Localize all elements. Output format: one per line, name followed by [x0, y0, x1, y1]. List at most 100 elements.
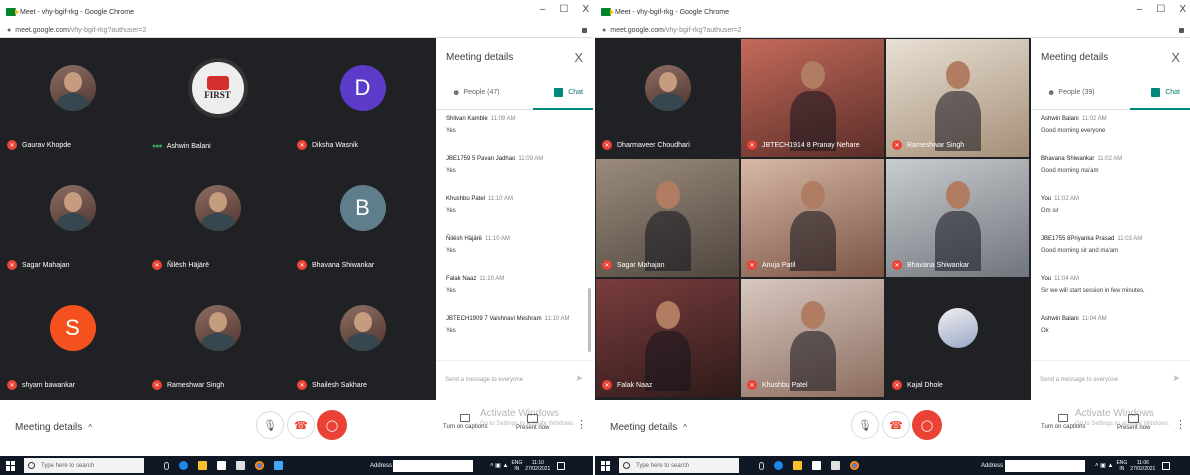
- chrome-icon[interactable]: [850, 461, 859, 470]
- maximize-button[interactable]: ☐: [559, 4, 568, 15]
- participant-name: Shailesh Sakhare: [312, 381, 367, 389]
- minimize-button[interactable]: –: [1137, 4, 1143, 15]
- message-text: Good morning ma'am: [1041, 168, 1099, 174]
- participant-tile[interactable]: ✕ Sagar Mahajan: [0, 158, 145, 278]
- participant-name: Sagar Mahajan: [22, 261, 70, 269]
- captions-button[interactable]: Turn on captions: [443, 414, 487, 430]
- meeting-details-button[interactable]: Meeting details ^: [15, 422, 92, 433]
- taskbar-search[interactable]: Type here to search: [619, 458, 739, 473]
- camera-off-button[interactable]: ◯: [317, 410, 347, 440]
- microphone-button[interactable]: 🎙: [851, 411, 879, 439]
- tab-people[interactable]: ☻ People (39): [1047, 88, 1095, 97]
- mic-off-icon: ✕: [7, 260, 17, 270]
- tab-people[interactable]: ☻ People (47): [452, 88, 500, 97]
- microphone-button[interactable]: 🎙: [256, 411, 284, 439]
- send-icon[interactable]: ➤: [575, 373, 583, 384]
- present-now-button[interactable]: Present now: [516, 414, 549, 431]
- close-panel-button[interactable]: X: [574, 50, 583, 65]
- chrome-icon[interactable]: [255, 461, 264, 470]
- clock[interactable]: 11:06 27/02/2021: [1130, 460, 1155, 472]
- file-explorer-icon[interactable]: [793, 461, 802, 470]
- extension-icon[interactable]: [1179, 28, 1184, 33]
- present-icon: [1128, 414, 1140, 423]
- participant-tile[interactable]: ✕ Bhavana Shiwankar: [885, 158, 1030, 278]
- taskbar-search[interactable]: Type here to search: [24, 458, 144, 473]
- tray-icons[interactable]: ˄ ▣ ▲: [490, 462, 508, 469]
- extension-icon[interactable]: [582, 28, 587, 33]
- notification-icon[interactable]: [1162, 461, 1171, 470]
- more-options-icon[interactable]: ⋮: [576, 418, 587, 431]
- camera-off-button[interactable]: ◯: [912, 410, 942, 440]
- chat-scrollbar[interactable]: [588, 288, 591, 352]
- url-text[interactable]: meet.google.com/vhy-bgif-rkg?authuser=2: [610, 27, 741, 34]
- participant-tile[interactable]: ✕ Ñilësh Häjärë: [145, 158, 290, 278]
- close-panel-button[interactable]: X: [1171, 50, 1180, 65]
- address-bar[interactable]: ● meet.google.com/vhy-bgif-rkg?authuser=…: [0, 24, 593, 38]
- microphone-icon[interactable]: [759, 461, 764, 470]
- minimize-button[interactable]: –: [540, 4, 546, 15]
- store-icon[interactable]: [217, 461, 226, 470]
- participant-grid: ✕ Dharmaveer Choudhari ✕ JBTECH1914 8 Pran…: [595, 38, 1031, 400]
- meeting-controls-bar: Meeting details ^ 🎙 ☎ ◯ Activate Windows …: [595, 400, 1190, 456]
- edge-icon[interactable]: [179, 461, 188, 470]
- chevron-up-icon: ^: [88, 423, 93, 432]
- tab-chat[interactable]: Chat: [554, 88, 583, 97]
- close-window-button[interactable]: X: [1179, 4, 1186, 15]
- message-input[interactable]: Send a message to everyone: [445, 377, 523, 383]
- message-time: 11:02 AM: [1054, 196, 1080, 202]
- maximize-button[interactable]: ☐: [1156, 4, 1165, 15]
- end-call-button[interactable]: ☎: [287, 411, 315, 439]
- participant-tile[interactable]: ✕ Rameshwar Singh: [145, 278, 290, 398]
- participant-tile[interactable]: ✕ Sagar Mahajan: [595, 158, 740, 278]
- address-bar[interactable]: ● meet.google.com/vhy-bgif-rkg?authuser=…: [595, 24, 1190, 38]
- edge-icon[interactable]: [774, 461, 783, 470]
- language-indicator[interactable]: ENG IN: [1116, 460, 1127, 472]
- participant-tile[interactable]: B ✕ Bhavana Shiwankar: [290, 158, 435, 278]
- windows-start-icon[interactable]: [601, 460, 611, 471]
- participant-tile[interactable]: ✕ Dharmaveer Choudhari: [595, 38, 740, 158]
- windows-start-icon[interactable]: [6, 460, 16, 471]
- close-window-button[interactable]: X: [582, 4, 589, 15]
- meeting-details-button[interactable]: Meeting details ^: [610, 422, 687, 433]
- language-indicator[interactable]: ENG IN: [511, 460, 522, 472]
- send-icon[interactable]: ➤: [1172, 373, 1180, 384]
- microphone-icon[interactable]: [164, 461, 169, 470]
- app-icon[interactable]: [274, 461, 283, 470]
- participant-tile[interactable]: S ✕ shyam bawankar: [0, 278, 145, 398]
- tray-icons[interactable]: ˄ ▣ ▲: [1095, 462, 1113, 469]
- notification-icon[interactable]: [557, 461, 566, 470]
- address-toolbar-label: Address: [981, 462, 1004, 469]
- address-toolbar-input[interactable]: [1005, 459, 1085, 472]
- participant-tile[interactable]: D ✕ Diksha Wasnik: [290, 38, 435, 158]
- participant-tile[interactable]: ✕ Anuja Patil: [740, 158, 885, 278]
- message-time: 11:04 AM: [1054, 276, 1080, 282]
- store-icon[interactable]: [812, 461, 821, 470]
- avatar: [194, 305, 241, 351]
- audio-level-icon: ●●●: [152, 143, 163, 150]
- participant-tile[interactable]: ✕ Falak Naaz: [595, 278, 740, 398]
- message-sender: Bhavana Shiwankar: [1041, 156, 1095, 162]
- file-explorer-icon[interactable]: [198, 461, 207, 470]
- address-toolbar-input[interactable]: [393, 459, 473, 472]
- url-text[interactable]: meet.google.com/vhy-bgif-rkg?authuser=2: [15, 27, 146, 34]
- captions-button[interactable]: Turn on captions: [1041, 414, 1085, 430]
- panel-tabs: ☻ People (47) Chat: [436, 80, 593, 110]
- end-call-button[interactable]: ☎: [882, 411, 910, 439]
- participant-tile[interactable]: ✕ Gaurav Khopde: [0, 38, 145, 158]
- message-input[interactable]: Send a message to everyone: [1040, 377, 1118, 383]
- mail-icon[interactable]: [831, 461, 840, 470]
- chat-message: Shilvan Kamble 11:09 AM Yes: [446, 116, 583, 134]
- clock[interactable]: 11:10 27/02/2021: [525, 460, 550, 472]
- mail-icon[interactable]: [236, 461, 245, 470]
- participant-tile[interactable]: ✕ Rameshwar Singh: [885, 38, 1030, 158]
- message-text: Gm sir: [1041, 208, 1059, 214]
- participant-tile[interactable]: ✕ Shailesh Sakhare: [290, 278, 435, 398]
- mic-off-icon: ✕: [602, 260, 612, 270]
- more-options-icon[interactable]: ⋮: [1175, 418, 1186, 431]
- participant-tile[interactable]: ✕ Khushbu Patel: [740, 278, 885, 398]
- participant-tile[interactable]: ✕ Kajal Dhole: [885, 278, 1030, 398]
- present-now-button[interactable]: Present now: [1117, 414, 1150, 431]
- tab-chat[interactable]: Chat: [1151, 88, 1180, 97]
- participant-tile[interactable]: ✕ JBTECH1914 8 Pranay Nehare: [740, 38, 885, 158]
- participant-tile[interactable]: FIRST ●●● Ashwin Balani: [145, 38, 290, 158]
